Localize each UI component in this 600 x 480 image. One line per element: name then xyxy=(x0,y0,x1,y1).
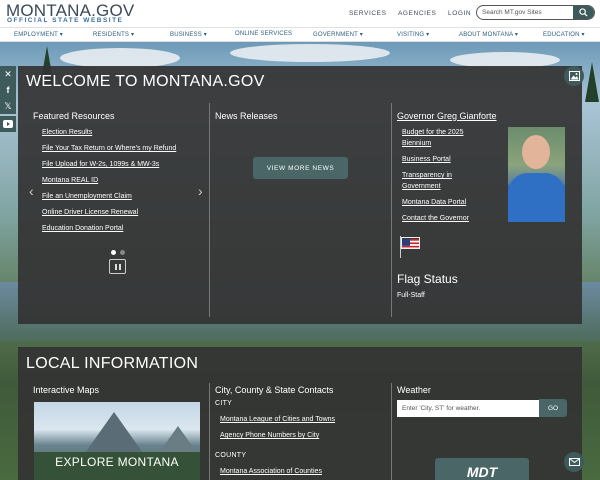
contacts-heading: City, County & State Contacts xyxy=(215,385,334,395)
image-info-button[interactable] xyxy=(564,66,584,86)
contact-chat-button[interactable] xyxy=(564,452,584,472)
cloud xyxy=(230,44,390,62)
search-box xyxy=(476,5,595,20)
featured-link[interactable]: Education Donation Portal xyxy=(42,225,123,232)
city-contact-link[interactable]: Montana League of Cities and Towns xyxy=(220,416,335,423)
city-contact-link[interactable]: Agency Phone Numbers by City xyxy=(220,432,319,439)
mail-icon xyxy=(568,458,580,466)
flag-status-heading: Flag Status xyxy=(397,272,458,286)
flag-stripes xyxy=(402,239,419,248)
nav-employment[interactable]: EMPLOYMENT ▾ xyxy=(14,31,63,38)
nav-government[interactable]: GOVERNMENT ▾ xyxy=(313,31,363,38)
weather-go-button[interactable]: GO xyxy=(539,399,567,417)
carousel-dot[interactable] xyxy=(120,250,125,255)
governor-link[interactable]: Biennium xyxy=(402,140,431,147)
featured-resources-heading: Featured Resources xyxy=(33,111,115,121)
nav-business[interactable]: BUSINESS ▾ xyxy=(170,31,207,38)
column-divider xyxy=(209,383,210,480)
local-info-title: LOCAL INFORMATION xyxy=(26,355,199,372)
governor-heading-link[interactable]: Governor Greg Gianforte xyxy=(397,111,497,121)
nav-visiting[interactable]: VISITING ▾ xyxy=(397,31,429,38)
weather-heading: Weather xyxy=(397,385,431,395)
featured-link[interactable]: File Upload for W-2s, 1099s & MW-3s xyxy=(42,161,159,168)
explore-montana-label[interactable]: EXPLORE MONTANA xyxy=(34,455,200,469)
nav-residents[interactable]: RESIDENTS ▾ xyxy=(93,31,134,38)
governor-link[interactable]: Transparency in xyxy=(402,172,452,179)
featured-link[interactable]: Election Results xyxy=(42,129,92,136)
governor-photo xyxy=(508,127,565,222)
agencies-link[interactable]: AGENCIES xyxy=(398,10,436,17)
header: MONTANA.GOV OFFICIAL STATE WEBSITE SERVI… xyxy=(0,0,600,27)
flag-status-value: Full-Staff xyxy=(397,292,425,299)
pause-icon xyxy=(114,263,122,270)
chevron-left-icon: ‹ xyxy=(29,183,34,199)
nav-online-services[interactable]: ONLINE SERVICES xyxy=(235,31,292,37)
chevron-right-icon: › xyxy=(198,183,203,199)
logo-subtitle: OFFICIAL STATE WEBSITE xyxy=(7,17,124,24)
city-label: CITY xyxy=(215,400,233,407)
column-divider xyxy=(391,103,392,317)
county-label: COUNTY xyxy=(215,452,247,459)
facebook-icon: f xyxy=(6,85,10,95)
view-more-news-button[interactable]: VIEW MORE NEWS xyxy=(253,157,348,179)
welcome-title: WELCOME TO MONTANA.GOV xyxy=(26,73,265,90)
image-icon xyxy=(568,71,580,81)
search-button[interactable] xyxy=(573,6,594,19)
governor-shirt xyxy=(508,173,565,222)
youtube-button[interactable] xyxy=(0,116,16,132)
nav-education[interactable]: EDUCATION ▾ xyxy=(543,31,585,38)
carousel-prev-button[interactable]: ‹ xyxy=(29,183,34,199)
interactive-maps-heading: Interactive Maps xyxy=(33,385,100,395)
x-icon: 𝕏 xyxy=(4,100,12,111)
close-icon: ✕ xyxy=(4,68,12,79)
services-link[interactable]: SERVICES xyxy=(349,10,387,17)
governor-link[interactable]: Business Portal xyxy=(402,156,451,163)
featured-link[interactable]: Online Driver License Renewal xyxy=(42,209,138,216)
governor-link[interactable]: Budget for the 2025 xyxy=(402,129,464,136)
nav-about-montana[interactable]: ABOUT MONTANA ▾ xyxy=(459,31,518,38)
facebook-button[interactable]: f xyxy=(0,82,16,98)
x-button[interactable]: 𝕏 xyxy=(0,98,16,114)
featured-link[interactable]: Montana REAL ID xyxy=(42,177,98,184)
cloud xyxy=(60,48,180,68)
featured-link[interactable]: File an Unemployment Claim xyxy=(42,193,132,200)
youtube-icon xyxy=(3,120,13,128)
column-divider xyxy=(209,103,210,317)
carousel-next-button[interactable]: › xyxy=(198,183,203,199)
news-releases-heading: News Releases xyxy=(215,111,278,121)
page: MONTANA.GOV OFFICIAL STATE WEBSITE SERVI… xyxy=(0,0,600,480)
featured-link[interactable]: File Your Tax Return or Where's my Refun… xyxy=(42,145,176,152)
close-social-button[interactable]: ✕ xyxy=(0,66,16,82)
county-contact-link[interactable]: Montana Association of Counties xyxy=(220,468,322,475)
flag-pole xyxy=(400,236,401,258)
governor-link[interactable]: Government xyxy=(402,183,441,190)
carousel-dot-active[interactable] xyxy=(111,250,116,255)
login-link[interactable]: LOGIN xyxy=(448,10,471,17)
weather-input[interactable] xyxy=(397,400,539,417)
mdt-logo[interactable]: MDT xyxy=(435,458,529,480)
carousel-pause-button[interactable] xyxy=(109,259,126,274)
main-nav: EMPLOYMENT ▾ RESIDENTS ▾ BUSINESS ▾ ONLI… xyxy=(0,27,600,42)
us-flag-icon xyxy=(401,237,420,249)
pine-tree xyxy=(585,62,599,102)
search-input[interactable] xyxy=(482,7,572,18)
column-divider xyxy=(391,383,392,480)
governor-link[interactable]: Montana Data Portal xyxy=(402,199,466,206)
governor-face xyxy=(522,135,550,169)
search-icon xyxy=(579,8,588,17)
governor-link[interactable]: Contact the Governor xyxy=(402,215,469,222)
